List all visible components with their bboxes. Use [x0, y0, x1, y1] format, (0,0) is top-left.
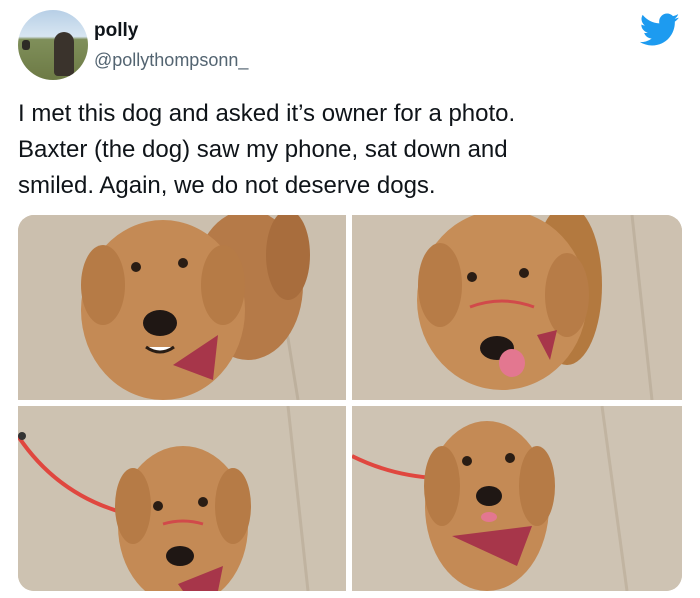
tweet-card: polly @pollythompsonn_ I met this dog an… [0, 0, 700, 598]
dog-photo-4[interactable] [352, 406, 682, 591]
author-handle[interactable]: @pollythompsonn_ [94, 50, 248, 71]
media-grid [18, 215, 682, 591]
author-name[interactable]: polly [94, 20, 138, 42]
avatar[interactable] [18, 10, 88, 80]
dog-photo-2[interactable] [352, 215, 682, 400]
avatar-person [54, 32, 74, 76]
avatar-background-figure [22, 40, 30, 50]
tweet-text: I met this dog and asked it’s owner for … [18, 96, 678, 204]
twitter-bird-icon [640, 13, 680, 46]
tweet-text-line: Baxter (the dog) saw my phone, sat down … [18, 136, 508, 163]
tweet-text-line: I met this dog and asked it’s owner for … [18, 100, 516, 127]
tweet-text-line: smiled. Again, we do not deserve dogs. [18, 172, 436, 199]
dog-photo-1[interactable] [18, 215, 346, 400]
dog-photo-3[interactable] [18, 406, 346, 591]
